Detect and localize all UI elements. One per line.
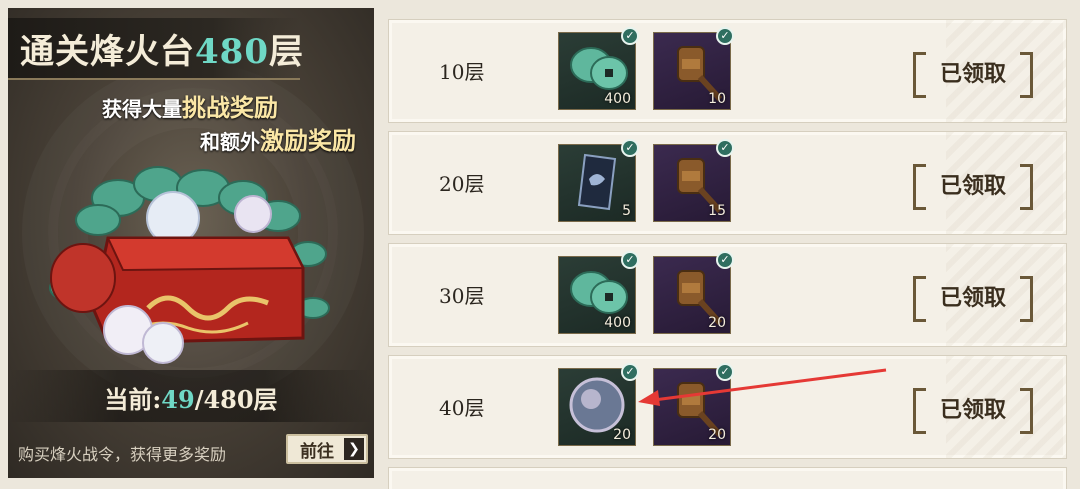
- reward-item[interactable]: 400 ✓: [558, 27, 639, 110]
- reward-row: 10层 400 ✓ 10 ✓ 已领取: [388, 19, 1067, 123]
- item-count: 20: [708, 315, 726, 331]
- chevron-right-icon: ❯: [344, 438, 364, 460]
- item-count: 400: [604, 91, 631, 107]
- reward-row: 30层 400 ✓ 20 ✓ 已领取: [388, 243, 1067, 347]
- reward-item[interactable]: 10 ✓: [653, 27, 734, 110]
- item-count: 20: [613, 427, 631, 443]
- item-count: 20: [708, 427, 726, 443]
- reward-list[interactable]: 10层 400 ✓ 10 ✓ 已领取 20层 5 ✓ 15 ✓ 已领取 30层 …: [388, 0, 1080, 489]
- item-count: 5: [622, 203, 631, 219]
- reward-item[interactable]: 20 ✓: [558, 363, 639, 446]
- floor-progress: 当前:49/480层: [104, 385, 278, 414]
- floor-label: 30层: [439, 284, 485, 308]
- check-icon: ✓: [716, 27, 734, 45]
- claimed-button[interactable]: 已领取: [913, 388, 1033, 434]
- promo-panel: 通关烽火台480层 获得大量挑战奖励 和额外激励奖励 当前:49/480层 购买…: [8, 8, 374, 478]
- check-icon: ✓: [621, 251, 639, 269]
- check-icon: ✓: [716, 251, 734, 269]
- reward-item[interactable]: 20 ✓: [653, 251, 734, 334]
- claimed-button[interactable]: 已领取: [913, 164, 1033, 210]
- treasure-chest-icon: [49, 166, 330, 364]
- floor-label: 20层: [439, 172, 485, 196]
- reward-row-partial: [388, 467, 1067, 489]
- check-icon: ✓: [716, 139, 734, 157]
- goto-button[interactable]: 前往 ❯: [286, 434, 368, 464]
- annotation-arrow-icon: [638, 368, 887, 406]
- reward-item[interactable]: 15 ✓: [653, 139, 734, 222]
- goto-button-label: 前往: [300, 441, 334, 462]
- check-icon: ✓: [621, 139, 639, 157]
- promo-subtitle-line2: 和额外激励奖励: [200, 126, 356, 155]
- claimed-button[interactable]: 已领取: [913, 276, 1033, 322]
- item-count: 15: [708, 203, 726, 219]
- reward-item[interactable]: 5 ✓: [558, 139, 639, 222]
- reward-row: 20层 5 ✓ 15 ✓ 已领取: [388, 131, 1067, 235]
- claimed-button[interactable]: 已领取: [913, 52, 1033, 98]
- reward-item[interactable]: 400 ✓: [558, 251, 639, 334]
- check-icon: ✓: [621, 27, 639, 45]
- buy-pass-hint: 购买烽火战令，获得更多奖励: [18, 445, 227, 464]
- promo-title: 通关烽火台480层: [20, 32, 304, 72]
- promo-subtitle-line1: 获得大量挑战奖励: [102, 93, 278, 122]
- floor-label: 10层: [439, 60, 485, 84]
- floor-label: 40层: [439, 396, 485, 420]
- item-count: 10: [708, 91, 726, 107]
- item-count: 400: [604, 315, 631, 331]
